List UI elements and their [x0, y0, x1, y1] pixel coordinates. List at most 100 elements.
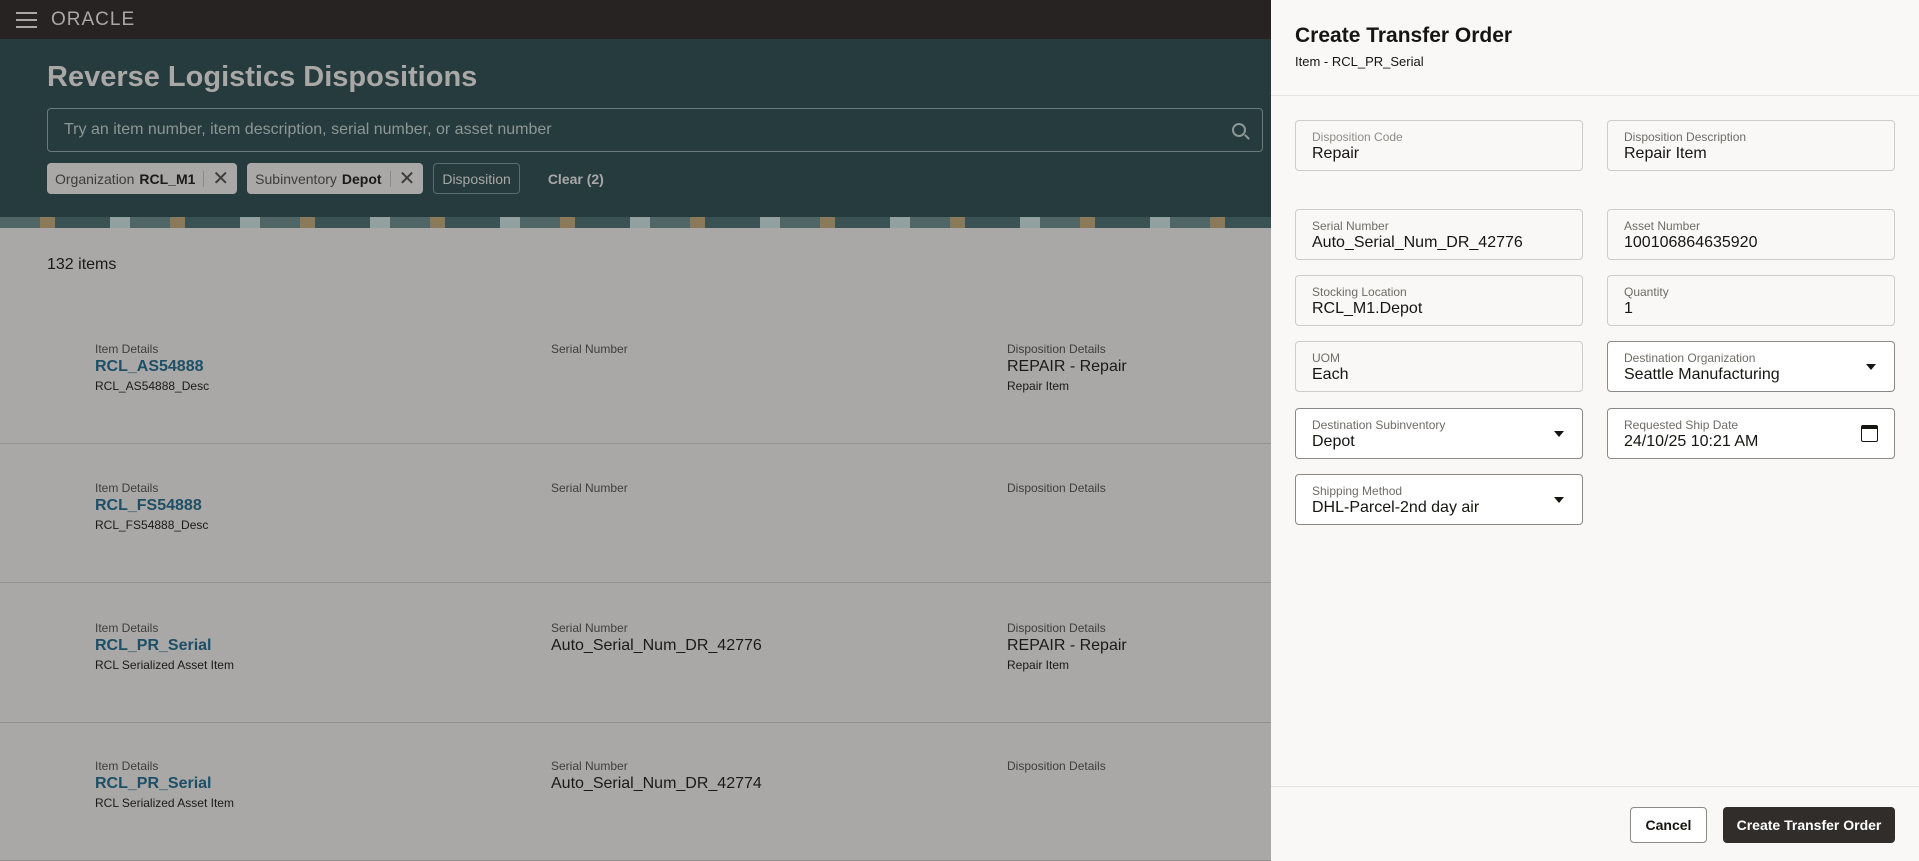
oracle-logo: ORACLE	[51, 8, 136, 30]
filter-chip-disposition[interactable]: Disposition	[433, 163, 520, 194]
disposition-cell: Disposition Details	[1007, 759, 1106, 776]
item-description: RCL Serialized Asset Item	[95, 796, 234, 810]
disposition-description: Repair Item	[1007, 658, 1070, 672]
chevron-down-icon[interactable]	[1866, 364, 1876, 370]
serial-number-field: Serial Number Auto_Serial_Num_DR_42776	[1295, 209, 1583, 260]
shipping-method-field[interactable]: Shipping Method DHL-Parcel-2nd day air	[1295, 474, 1583, 525]
field-value: 24/10/25 10:21 AM	[1624, 433, 1759, 450]
asset-number-field: Asset Number 100106864635920	[1607, 209, 1895, 260]
cancel-button[interactable]: Cancel	[1630, 807, 1707, 843]
disposition-label: Disposition Details	[1007, 342, 1106, 356]
disposition-label: Disposition Details	[1007, 759, 1106, 773]
disposition-label: Disposition Details	[1007, 481, 1106, 495]
divider	[1271, 786, 1919, 787]
create-transfer-order-button[interactable]: Create Transfer Order	[1723, 807, 1895, 843]
disposition-description: Repair Item	[1007, 379, 1070, 393]
field-value: Seattle Manufacturing	[1624, 366, 1780, 383]
chevron-down-icon[interactable]	[1554, 497, 1564, 503]
serial-value: Auto_Serial_Num_DR_42776	[551, 637, 762, 654]
field-label: Requested Ship Date	[1624, 418, 1739, 432]
item-details-cell: Item Details RCL_PR_Serial RCL Serialize…	[95, 621, 234, 672]
field-label: Asset Number	[1624, 219, 1701, 233]
field-label: UOM	[1312, 351, 1340, 365]
item-link[interactable]: RCL_FS54888	[95, 497, 208, 515]
disposition-label: Disposition Details	[1007, 621, 1106, 635]
serial-cell: Serial Number	[551, 342, 628, 358]
top-bar: ORACLE	[0, 0, 1271, 39]
quantity-field: Quantity 1	[1607, 275, 1895, 326]
page-title: Reverse Logistics Dispositions	[47, 61, 478, 93]
field-value: 1	[1624, 300, 1633, 317]
field-label: Stocking Location	[1312, 285, 1407, 299]
item-count: 132 items	[47, 256, 117, 273]
divider	[1271, 95, 1919, 96]
drawer-subtitle: Item - RCL_PR_Serial	[1295, 54, 1424, 69]
destination-subinventory-field[interactable]: Destination Subinventory Depot	[1295, 408, 1583, 459]
item-details-label: Item Details	[95, 621, 159, 635]
table-row[interactable]: Item Details RCL_PR_Serial RCL Serialize…	[0, 722, 1271, 861]
disposition-cell: Disposition Details	[1007, 481, 1106, 498]
field-value: DHL-Parcel-2nd day air	[1312, 499, 1480, 516]
search-icon[interactable]	[1232, 123, 1246, 137]
item-details-label: Item Details	[95, 342, 159, 356]
drawer-title: Create Transfer Order	[1295, 24, 1513, 47]
item-details-cell: Item Details RCL_PR_Serial RCL Serialize…	[95, 759, 234, 810]
field-label: Destination Subinventory	[1312, 418, 1446, 432]
disposition-description-field: Disposition Description Repair Item	[1607, 120, 1895, 171]
destination-organization-field[interactable]: Destination Organization Seattle Manufact…	[1607, 341, 1895, 392]
field-value: 100106864635920	[1624, 234, 1758, 251]
chip-value: Depot	[341, 170, 382, 187]
field-value: RCL_M1.Depot	[1312, 300, 1423, 317]
item-link[interactable]: RCL_AS54888	[95, 358, 209, 376]
item-details-cell: Item Details RCL_FS54888 RCL_FS54888_Des…	[95, 481, 208, 532]
disposition-code-field: Disposition Code Repair	[1295, 120, 1583, 171]
serial-value: Auto_Serial_Num_DR_42774	[551, 775, 762, 792]
field-value: Repair	[1312, 145, 1360, 162]
table-row[interactable]: Item Details RCL_PR_Serial RCL Serialize…	[0, 584, 1271, 723]
item-link[interactable]: RCL_PR_Serial	[95, 637, 234, 655]
disposition-cell: Disposition Details REPAIR - Repair Repa…	[1007, 621, 1127, 672]
chevron-down-icon[interactable]	[1554, 431, 1564, 437]
field-label: Quantity	[1624, 285, 1669, 299]
uom-field: UOM Each	[1295, 341, 1583, 392]
disposition-value: REPAIR - Repair	[1007, 358, 1127, 375]
close-icon[interactable]: ✕	[212, 166, 229, 191]
chip-label: Organization	[55, 170, 135, 187]
hamburger-menu-icon[interactable]	[16, 11, 37, 28]
disposition-value: REPAIR - Repair	[1007, 637, 1127, 654]
table-row[interactable]: Item Details RCL_FS54888 RCL_FS54888_Des…	[0, 444, 1271, 583]
field-label: Disposition Code	[1312, 130, 1403, 144]
field-value: Auto_Serial_Num_DR_42776	[1312, 234, 1523, 251]
stocking-location-field: Stocking Location RCL_M1.Depot	[1295, 275, 1583, 326]
field-label: Shipping Method	[1312, 484, 1403, 498]
requested-ship-date-field[interactable]: Requested Ship Date 24/10/25 10:21 AM	[1607, 408, 1895, 459]
close-icon[interactable]: ✕	[399, 166, 416, 191]
item-description: RCL Serialized Asset Item	[95, 658, 234, 672]
field-label: Serial Number	[1312, 219, 1389, 233]
serial-label: Serial Number	[551, 759, 628, 773]
field-value: Depot	[1312, 433, 1355, 450]
field-label: Disposition Description	[1624, 130, 1747, 144]
calendar-icon[interactable]	[1861, 425, 1878, 442]
search-input[interactable]: Try an item number, item description, se…	[47, 108, 1263, 152]
filter-chip-subinventory[interactable]: Subinventory Depot ✕	[247, 163, 424, 194]
page-header: Reverse Logistics Dispositions Try an it…	[0, 39, 1271, 217]
serial-cell: Serial Number Auto_Serial_Num_DR_42774	[551, 759, 762, 793]
header-pattern	[0, 217, 1271, 228]
serial-cell: Serial Number	[551, 481, 628, 497]
serial-cell: Serial Number Auto_Serial_Num_DR_42776	[551, 621, 762, 655]
disposition-cell: Disposition Details REPAIR - Repair Repa…	[1007, 342, 1127, 393]
serial-label: Serial Number	[551, 481, 628, 495]
filter-chip-organization[interactable]: Organization RCL_M1 ✕	[47, 163, 238, 194]
table-row[interactable]: Item Details RCL_AS54888 RCL_AS54888_Des…	[0, 305, 1271, 444]
field-value: Each	[1312, 366, 1349, 383]
create-transfer-order-drawer: Create Transfer Order Item - RCL_PR_Seri…	[1271, 0, 1919, 861]
field-label: Destination Organization	[1624, 351, 1756, 365]
clear-filters-link[interactable]: Clear (2)	[548, 171, 604, 187]
serial-label: Serial Number	[551, 342, 628, 356]
serial-label: Serial Number	[551, 621, 628, 635]
item-details-cell: Item Details RCL_AS54888 RCL_AS54888_Des…	[95, 342, 209, 393]
item-link[interactable]: RCL_PR_Serial	[95, 775, 234, 793]
search-placeholder: Try an item number, item description, se…	[64, 121, 552, 138]
item-details-label: Item Details	[95, 759, 159, 773]
